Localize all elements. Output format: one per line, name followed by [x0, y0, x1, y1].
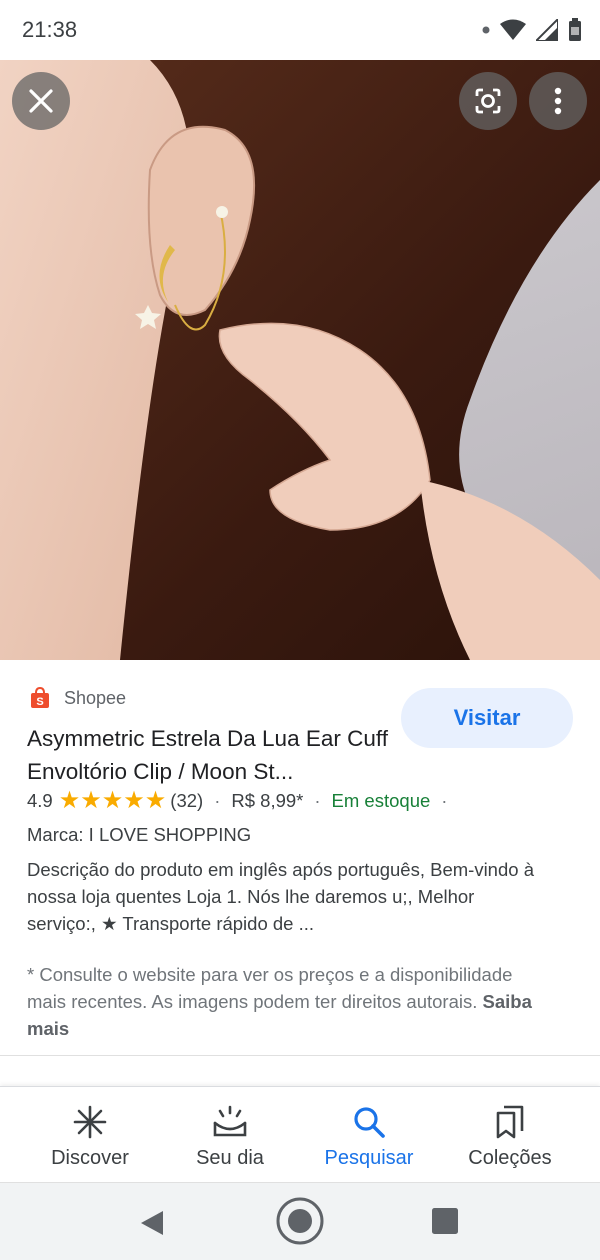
review-count: (32)	[170, 790, 204, 811]
product-title[interactable]: Asymmetric Estrela Da Lua Ear Cuff Envol…	[27, 722, 407, 788]
star-icon: ★	[80, 787, 102, 814]
recents-button[interactable]	[427, 1203, 463, 1239]
back-icon	[141, 1211, 163, 1235]
star-icon: ★	[144, 787, 167, 814]
nav-seu-dia[interactable]: Seu dia	[160, 1087, 300, 1183]
nav-label: Seu dia	[196, 1147, 264, 1169]
product-meta: 4.9 ★ ★ ★ ★ ★ (32) · R$ 8,99* · Em estoq…	[27, 789, 458, 813]
signal-icon	[536, 19, 558, 41]
availability: Em estoque	[331, 790, 431, 811]
price: R$ 8,99*	[231, 790, 304, 811]
svg-text:S: S	[36, 696, 43, 708]
disclaimer-text: * Consulte o website para ver os preços …	[27, 964, 513, 1012]
nav-discover[interactable]: Discover	[20, 1087, 160, 1183]
wifi-icon	[500, 19, 526, 40]
status-icons	[482, 16, 582, 44]
back-button[interactable]	[132, 1203, 172, 1243]
product-info-panel: S Shopee Visitar Asymmetric Estrela Da L…	[0, 662, 600, 1056]
star-icon: ★	[101, 787, 124, 814]
bottom-nav: Discover Seu dia Pesquisar Coleções	[0, 1086, 600, 1182]
status-time: 21:38	[22, 17, 78, 42]
star-rating: ★ ★ ★ ★ ★	[59, 789, 167, 813]
nav-label: Pesquisar	[324, 1147, 414, 1169]
product-photo	[0, 60, 600, 660]
close-button[interactable]	[12, 72, 70, 130]
nav-colecoes[interactable]: Coleções	[440, 1087, 580, 1183]
sunrise-icon	[211, 1103, 249, 1141]
close-icon	[29, 89, 53, 113]
more-options-button[interactable]	[529, 72, 587, 130]
separator: ·	[214, 790, 221, 811]
nav-label: Discover	[51, 1147, 129, 1169]
star-icon: ★	[58, 787, 81, 814]
brand: Marca: I LOVE SHOPPING	[27, 824, 252, 845]
nav-pesquisar[interactable]: Pesquisar	[299, 1087, 439, 1183]
disclaimer: * Consulte o website para ver os preços …	[27, 961, 552, 1042]
separator: ·	[441, 790, 448, 811]
home-button[interactable]	[275, 1196, 325, 1246]
source-name: Shopee	[64, 687, 127, 708]
system-nav-bar	[0, 1182, 600, 1260]
search-icon	[350, 1103, 388, 1141]
divider	[0, 1055, 600, 1056]
dot-icon	[482, 26, 490, 34]
product-image[interactable]	[0, 60, 600, 660]
battery-icon	[569, 18, 581, 41]
home-icon	[276, 1197, 324, 1245]
visit-button[interactable]: Visitar	[401, 688, 573, 748]
separator: ·	[314, 790, 321, 811]
product-description: Descrição do produto em inglês após port…	[27, 859, 534, 934]
shopee-bag-icon: S	[31, 687, 49, 708]
star-icon: ★	[123, 787, 145, 814]
recents-icon	[432, 1208, 458, 1234]
source[interactable]: S Shopee	[30, 687, 126, 709]
status-bar: 21:38	[0, 0, 600, 60]
rating-value: 4.9	[27, 790, 53, 811]
asterisk-icon	[71, 1103, 109, 1141]
nav-label: Coleções	[468, 1147, 552, 1169]
lens-button[interactable]	[459, 72, 517, 130]
more-vert-icon	[554, 87, 562, 115]
lens-icon	[475, 88, 501, 114]
bookmarks-icon	[491, 1103, 529, 1141]
